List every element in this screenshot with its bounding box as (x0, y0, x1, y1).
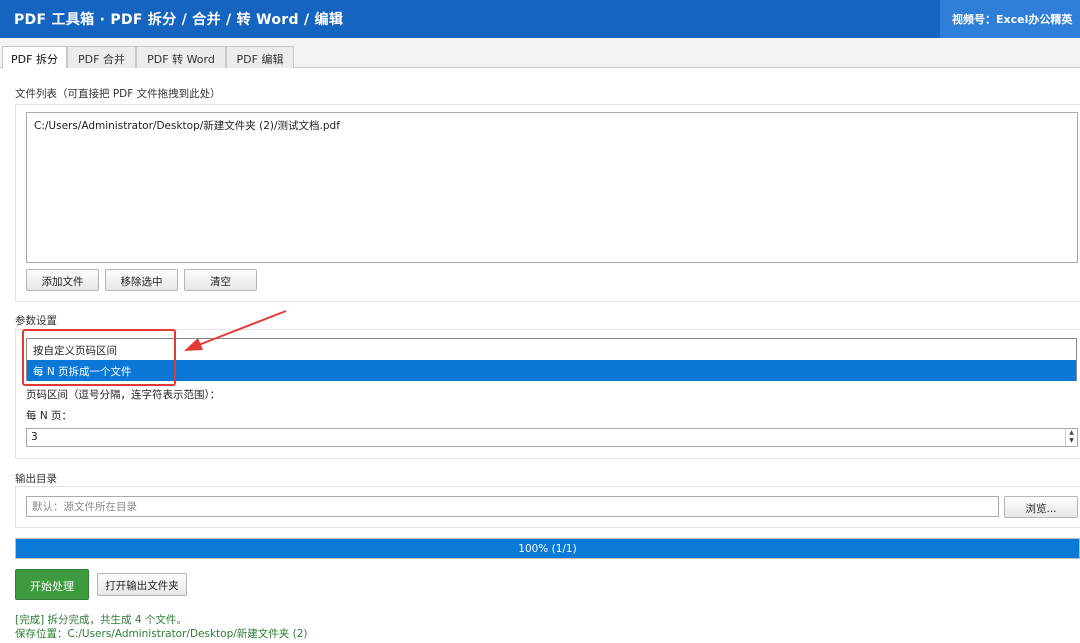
open-output-folder-button[interactable]: 打开输出文件夹 (97, 573, 187, 596)
progress-bar: 100% (1/1) (15, 538, 1080, 559)
start-processing-button[interactable]: 开始处理 (15, 569, 89, 600)
clear-button[interactable]: 清空 (184, 269, 257, 291)
output-dir-input[interactable] (27, 497, 998, 516)
output-dir-label: 输出目录 (15, 473, 57, 485)
pages-per-file-value: 3 (31, 431, 38, 443)
channel-badge: 视频号：Excel办公精英 (940, 0, 1080, 38)
file-list-item[interactable]: C:/Users/Administrator/Desktop/新建文件夹 (2)… (34, 118, 340, 133)
pages-per-file-spinbox[interactable]: 3 ▲ ▼ (26, 428, 1078, 447)
spinbox-arrows-icon[interactable]: ▲ ▼ (1065, 429, 1077, 446)
add-file-button[interactable]: 添加文件 (26, 269, 99, 291)
pages-per-file-label: 每 N 页： (26, 410, 73, 422)
status-line-complete: [完成] 拆分完成，共生成 4 个文件。 (15, 614, 187, 626)
mode-option-every-n-pages[interactable]: 每 N 页拆成一个文件 (27, 360, 1076, 381)
params-label: 参数设置 (15, 315, 57, 327)
annotation-arrow-icon (184, 310, 287, 351)
annotation-highlight-box (22, 329, 176, 386)
tab-bar: PDF 拆分 PDF 合并 PDF 转 Word PDF 编辑 (0, 46, 1080, 69)
progress-text: 100% (1/1) (518, 543, 577, 555)
browse-button[interactable]: 浏览... (1004, 496, 1078, 518)
file-listbox[interactable]: C:/Users/Administrator/Desktop/新建文件夹 (2)… (26, 112, 1078, 263)
output-dir-input-wrapper[interactable] (26, 496, 999, 517)
page-range-label: 页码区间（逗号分隔，连字符表示范围）： (26, 389, 221, 401)
file-list-label: 文件列表（可直接把 PDF 文件拖拽到此处） (15, 88, 221, 100)
tab-pdf-to-word[interactable]: PDF 转 Word (136, 46, 226, 68)
remove-selected-button[interactable]: 移除选中 (105, 269, 178, 291)
tab-pdf-edit[interactable]: PDF 编辑 (226, 46, 294, 68)
window-title: PDF 工具箱 · PDF 拆分 / 合并 / 转 Word / 编辑 (14, 12, 344, 28)
title-bar: PDF 工具箱 · PDF 拆分 / 合并 / 转 Word / 编辑 视频号：… (0, 0, 1080, 38)
tab-pdf-split[interactable]: PDF 拆分 (2, 46, 67, 69)
tab-pdf-merge[interactable]: PDF 合并 (67, 46, 136, 68)
status-line-save-location: 保存位置：C:/Users/Administrator/Desktop/新建文件… (15, 628, 308, 640)
